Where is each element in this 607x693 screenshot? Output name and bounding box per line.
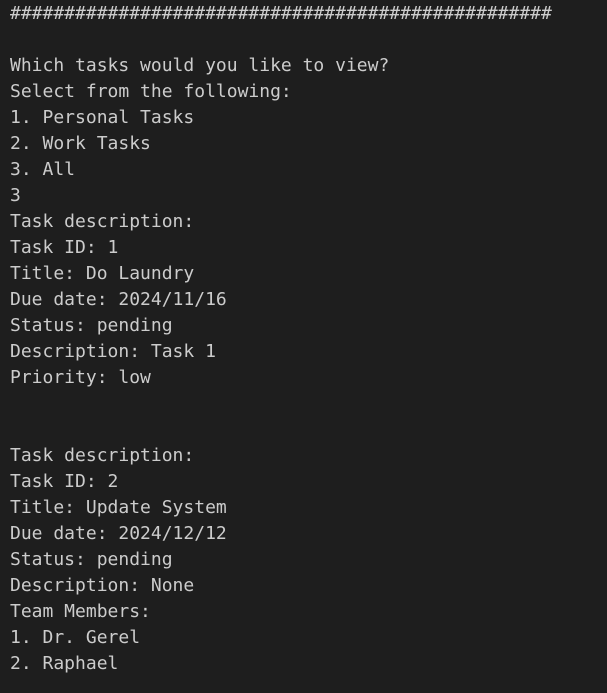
task2-description: Description: None	[10, 575, 195, 596]
task1-description: Description: Task 1	[10, 341, 216, 362]
task2-id: Task ID: 2	[10, 471, 119, 492]
task2-heading: Task description:	[10, 445, 195, 466]
user-input: 3	[10, 185, 21, 206]
menu-option-all: 3. All	[10, 159, 76, 180]
task2-status: Status: pending	[10, 549, 173, 570]
task2-team-members-heading: Team Members:	[10, 601, 151, 622]
task1-id: Task ID: 1	[10, 237, 119, 258]
task1-title: Title: Do Laundry	[10, 263, 195, 284]
task2-due-date: Due date: 2024/12/12	[10, 523, 227, 544]
task1-priority: Priority: low	[10, 367, 151, 388]
terminal-output[interactable]: ########################################…	[0, 0, 607, 693]
task2-team-member: 2. Raphael	[10, 653, 119, 674]
prompt-question: Which tasks would you like to view?	[10, 55, 390, 76]
menu-option-personal: 1. Personal Tasks	[10, 107, 195, 128]
task2-title: Title: Update System	[10, 497, 227, 518]
task2-team-member: 1. Dr. Gerel	[10, 627, 141, 648]
task1-due-date: Due date: 2024/11/16	[10, 289, 227, 310]
task1-heading: Task description:	[10, 211, 195, 232]
separator-line: ########################################…	[10, 3, 552, 24]
menu-option-work: 2. Work Tasks	[10, 133, 151, 154]
prompt-instruction: Select from the following:	[10, 81, 292, 102]
task1-status: Status: pending	[10, 315, 173, 336]
